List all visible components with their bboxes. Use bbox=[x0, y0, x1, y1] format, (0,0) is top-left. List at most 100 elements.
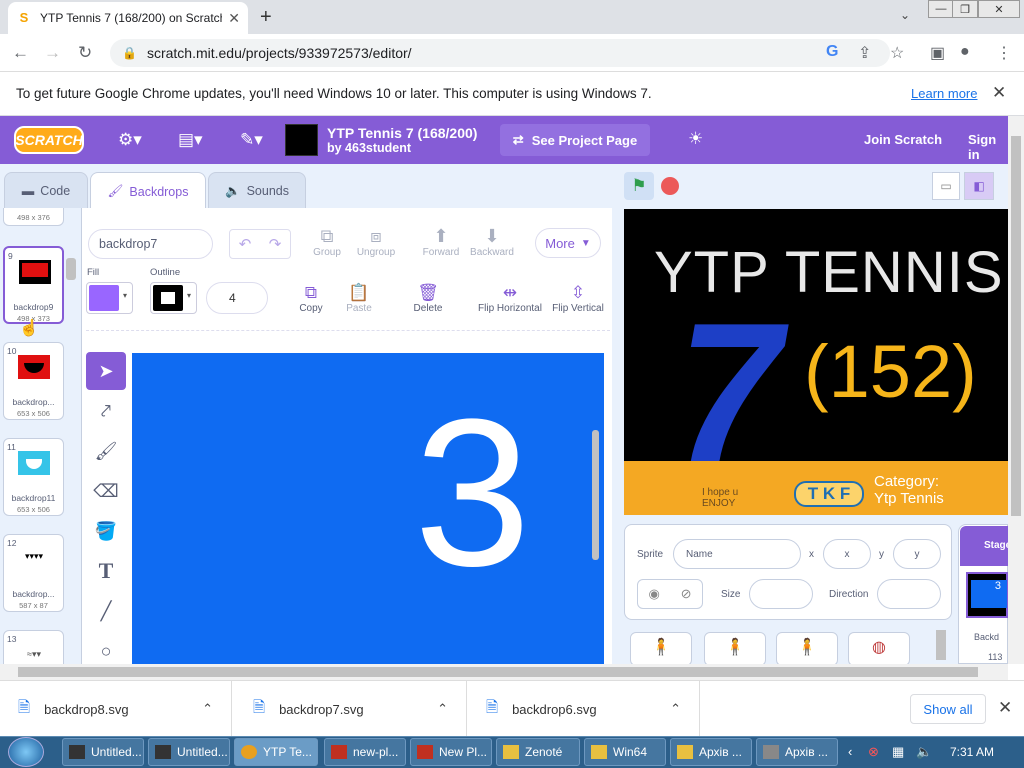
page-horizontal-scrollbar[interactable] bbox=[0, 664, 1008, 680]
google-icon[interactable]: G bbox=[826, 43, 838, 61]
join-scratch-link[interactable]: Join Scratch bbox=[864, 132, 942, 147]
reload-icon[interactable]: ↻ bbox=[78, 43, 92, 63]
redo-icon[interactable]: ↷ bbox=[269, 235, 282, 253]
show-all-button[interactable]: Show all bbox=[910, 694, 986, 724]
taskbar-item[interactable]: YTP Te... bbox=[234, 738, 318, 766]
small-stage-icon[interactable]: ▭ bbox=[932, 172, 960, 200]
download-item[interactable]: 🗎 backdrop6.svg ⌃ bbox=[468, 681, 700, 737]
network-tray-icon[interactable]: ▦ bbox=[892, 744, 904, 760]
paint-canvas[interactable]: 3 bbox=[132, 353, 604, 664]
restore-button[interactable]: ❐ bbox=[952, 0, 978, 18]
taskbar-item[interactable]: Zenoté bbox=[496, 738, 580, 766]
copy-button[interactable]: ⧉ Copy bbox=[292, 283, 330, 314]
backdrop-item-13[interactable]: 13 ≈▾▾ bbox=[3, 630, 64, 664]
normal-stage-icon[interactable]: ◧ bbox=[964, 172, 994, 200]
learn-more-link[interactable]: Learn more bbox=[911, 86, 977, 101]
sign-in-link[interactable]: Sign in bbox=[968, 132, 1008, 162]
undo-icon[interactable]: ↶ bbox=[239, 235, 252, 253]
share-icon[interactable]: ⇪ bbox=[858, 43, 871, 63]
scratch-logo[interactable]: SCRATCH bbox=[14, 126, 84, 154]
more-button[interactable]: More ▼ bbox=[535, 228, 601, 258]
chevron-up-icon[interactable]: ⌃ bbox=[670, 701, 681, 717]
eraser-tool-icon[interactable]: ⌫ bbox=[86, 472, 126, 510]
minimize-button[interactable]: — bbox=[928, 0, 954, 18]
security-tray-icon[interactable]: ⊗ bbox=[868, 744, 879, 760]
sprite-list-scrollbar[interactable] bbox=[936, 630, 946, 660]
downloads-close-icon[interactable]: ✕ bbox=[998, 698, 1012, 718]
backdrop-item-prev[interactable]: 498 x 376 bbox=[3, 208, 64, 226]
backward-button[interactable]: ⬇ Backward bbox=[468, 226, 516, 258]
chevron-up-icon[interactable]: ⌃ bbox=[202, 701, 213, 717]
taskbar-item[interactable]: Untitled... bbox=[148, 738, 230, 766]
outline-width-input[interactable]: 4 bbox=[206, 282, 268, 314]
taskbar-item[interactable]: Untitled... bbox=[62, 738, 144, 766]
start-button[interactable] bbox=[8, 737, 44, 767]
back-arrow-icon[interactable]: ← bbox=[12, 43, 29, 63]
see-project-page-button[interactable]: ⇄ See Project Page bbox=[500, 124, 650, 156]
reshape-tool-icon[interactable]: ⤤ bbox=[86, 392, 126, 430]
tab-close-icon[interactable]: ✕ bbox=[228, 10, 240, 27]
sprite-tile[interactable]: 🧍 bbox=[776, 632, 838, 666]
chevron-up-icon[interactable]: ⌃ bbox=[437, 701, 448, 717]
brush-tool-icon[interactable]: 🖌 bbox=[86, 432, 126, 470]
settings-gear-icon[interactable]: ⚙▾ bbox=[118, 130, 142, 150]
forward-button[interactable]: ⬆ Forward bbox=[418, 226, 464, 258]
stage-canvas[interactable]: 7 YTP TENNIS (152) I hope u ENJOY T K F … bbox=[624, 209, 1008, 515]
taskbar-item[interactable]: new-pl... bbox=[324, 738, 406, 766]
url-bar[interactable]: 🔒 scratch.mit.edu/projects/933972573/edi… bbox=[110, 39, 890, 67]
costume-name-input[interactable]: backdrop7 bbox=[88, 229, 213, 259]
group-button[interactable]: ⧉ Group bbox=[306, 226, 348, 258]
backdrop-item-10[interactable]: 10 backdrop... 653 x 506 bbox=[3, 342, 64, 420]
profile-avatar-icon[interactable]: ● bbox=[960, 43, 970, 61]
flip-vertical-button[interactable]: ⇳ Flip Vertical bbox=[548, 283, 608, 314]
hide-eye-icon[interactable]: ⊘ bbox=[681, 586, 692, 602]
canvas-scrollbar[interactable] bbox=[592, 430, 599, 560]
sprite-tile[interactable]: ◍ bbox=[848, 632, 910, 666]
new-tab-button[interactable]: + bbox=[260, 6, 272, 29]
tray-expand-icon[interactable]: ‹ bbox=[848, 744, 852, 759]
fill-bucket-tool-icon[interactable]: 🪣 bbox=[86, 512, 126, 550]
tab-backdrops[interactable]: 🖌 Backdrops bbox=[90, 172, 206, 210]
paste-button[interactable]: 📋 Paste bbox=[340, 283, 378, 314]
taskbar-item[interactable]: Win64 bbox=[584, 738, 666, 766]
file-menu-icon[interactable]: ▤▾ bbox=[178, 130, 203, 150]
backdrop-item-9[interactable]: 9 backdrop9 498 x 373 bbox=[3, 246, 64, 324]
tab-code[interactable]: ▬ Code bbox=[4, 172, 88, 210]
taskbar-item[interactable]: Архів ... bbox=[756, 738, 838, 766]
stop-icon[interactable] bbox=[661, 177, 679, 195]
tab-sounds[interactable]: 🔈 Sounds bbox=[208, 172, 306, 210]
download-item[interactable]: 🗎 backdrop8.svg ⌃ bbox=[0, 681, 232, 737]
close-window-button[interactable]: ✕ bbox=[978, 0, 1020, 18]
tab-search-chevron-icon[interactable]: ⌄ bbox=[900, 8, 910, 22]
taskbar-clock[interactable]: 7:31 AM bbox=[950, 745, 994, 759]
text-tool-icon[interactable]: T bbox=[86, 552, 126, 590]
ungroup-button[interactable]: ⧈ Ungroup bbox=[352, 226, 400, 258]
forward-arrow-icon[interactable]: → bbox=[44, 43, 61, 63]
taskbar-item[interactable]: New Pl... bbox=[410, 738, 492, 766]
show-eye-icon[interactable]: ◉ bbox=[648, 586, 659, 602]
line-tool-icon[interactable]: ╱ bbox=[86, 592, 126, 630]
menu-kebab-icon[interactable]: ⋮ bbox=[996, 43, 1012, 63]
delete-button[interactable]: 🗑 Delete bbox=[408, 283, 448, 314]
project-title[interactable]: YTP Tennis 7 (168/200) bbox=[327, 125, 477, 141]
x-input[interactable]: x bbox=[823, 539, 871, 569]
sprite-tile[interactable]: 🧍 bbox=[630, 632, 692, 666]
page-vertical-scrollbar[interactable] bbox=[1008, 116, 1024, 664]
stage-thumbnail[interactable]: 3 bbox=[966, 572, 1008, 618]
sprite-name-input[interactable]: Name bbox=[673, 539, 801, 569]
backdrop-item-12[interactable]: 12 ▾▾▾▾ backdrop... 587 x 87 bbox=[3, 534, 64, 612]
green-flag-icon[interactable]: ⚑ bbox=[624, 172, 654, 200]
volume-tray-icon[interactable]: 🔈 bbox=[916, 744, 932, 760]
side-panel-icon[interactable]: ▣ bbox=[930, 43, 945, 63]
direction-input[interactable] bbox=[877, 579, 941, 609]
size-input[interactable] bbox=[749, 579, 813, 609]
outline-color-picker[interactable]: ▾ bbox=[150, 282, 197, 314]
fill-color-picker[interactable]: ▾ bbox=[86, 282, 133, 314]
backdrop-list-scrollbar[interactable] bbox=[66, 258, 76, 280]
edit-pencil-icon[interactable]: ✎▾ bbox=[240, 130, 263, 150]
visibility-toggle[interactable]: ◉ ⊘ bbox=[637, 579, 703, 609]
taskbar-item[interactable]: Архів ... bbox=[670, 738, 752, 766]
flip-horizontal-button[interactable]: ⇹ Flip Horizontal bbox=[474, 283, 546, 314]
backdrop-item-11[interactable]: 11 backdrop11 653 x 506 bbox=[3, 438, 64, 516]
lightbulb-icon[interactable]: ☀ bbox=[688, 129, 703, 149]
